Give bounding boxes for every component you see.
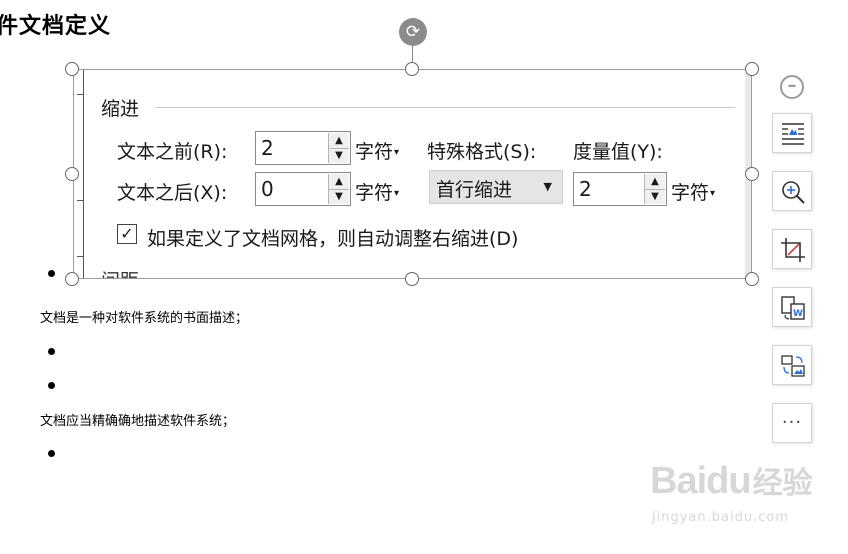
resize-handle-bottom-left[interactable] — [65, 272, 79, 286]
spin-up-icon: ▲ — [329, 133, 349, 149]
picture-cut-top-text: ▪ ▪ ▪ ▪ ▪ ▪ ▪ ▪ ▪ ▪ ▪ ▪ ▪ — [117, 70, 394, 75]
paragraph: 文档应当精确确地描述软件系统； — [40, 414, 236, 429]
spin-down-icon: ▼ — [335, 191, 343, 202]
text-after-stepper: 0 ▲ ▼ — [255, 172, 351, 206]
spacing-group-title-cut: 间距 — [101, 266, 139, 278]
resize-handle-left[interactable] — [65, 167, 79, 181]
chevron-down-icon: ▼ — [543, 180, 552, 193]
wrap-text-icon — [782, 123, 804, 145]
text-after-label: 文本之后(X): — [117, 182, 228, 204]
document-heading: 件文档定义 — [0, 13, 112, 39]
resize-handle-top-right[interactable] — [745, 62, 759, 76]
group-divider — [155, 107, 735, 108]
special-format-select: 首行缩进 ▼ — [429, 170, 563, 204]
measure-label: 度量值(Y): — [573, 141, 663, 163]
spin-down-icon: ▼ — [651, 191, 659, 202]
picture-content: ▪ ▪ ▪ ▪ ▪ ▪ ▪ ▪ ▪ ▪ ▪ ▪ ▪ 缩进 文本之前(R): 2 … — [77, 70, 751, 278]
special-format-label: 特殊格式(S): — [427, 141, 537, 163]
zoom-in-button[interactable] — [772, 171, 812, 211]
convert-doc-icon: W — [781, 296, 805, 320]
resize-handle-top-left[interactable] — [65, 62, 79, 76]
resize-handle-bottom[interactable] — [405, 272, 419, 286]
special-format-value: 首行缩进 — [436, 179, 513, 201]
text-after-value: 0 — [261, 177, 274, 201]
convert-doc-button[interactable]: W — [772, 287, 812, 327]
indent-group-title: 缩进 — [101, 98, 140, 120]
embedded-picture[interactable]: ▪ ▪ ▪ ▪ ▪ ▪ ▪ ▪ ▪ ▪ ▪ ▪ ▪ 缩进 文本之前(R): 2 … — [73, 69, 752, 279]
list-bullet — [48, 270, 55, 277]
more-button[interactable]: ··· — [772, 403, 812, 443]
resize-handle-right[interactable] — [745, 167, 759, 181]
spin-up-icon: ▲ — [645, 174, 665, 190]
list-bullet — [48, 348, 55, 355]
wrap-text-button[interactable] — [772, 113, 812, 153]
svg-text:W: W — [793, 309, 803, 319]
resize-handle-bottom-right[interactable] — [745, 272, 759, 286]
measure-unit: 字符▾ — [671, 182, 716, 204]
zoom-in-icon — [782, 181, 805, 204]
list-bullet — [48, 382, 55, 389]
more-icon: ··· — [781, 412, 803, 433]
paw-logo: du — [706, 460, 751, 502]
text-before-unit: 字符▾ — [355, 141, 400, 163]
rotate-icon[interactable]: ⟳ — [399, 18, 427, 46]
measure-stepper: 2 ▲ ▼ — [573, 172, 667, 206]
minus-circle-icon[interactable]: – — [780, 75, 804, 99]
paragraph: 文档是一种对软件系统的书面描述； — [40, 311, 249, 326]
text-after-unit: 字符▾ — [355, 182, 400, 204]
spin-down-icon: ▼ — [335, 150, 343, 161]
replace-image-button[interactable] — [772, 345, 812, 385]
auto-indent-checkbox-icon: ✓ — [117, 224, 137, 244]
list-bullet — [48, 450, 55, 457]
crop-icon — [781, 238, 805, 262]
text-before-label: 文本之前(R): — [117, 141, 228, 163]
baidu-jingyan-watermark: Baidu经验 jingyan.baidu.com — [650, 460, 813, 525]
resize-handle-top[interactable] — [405, 62, 419, 76]
spin-up-icon: ▲ — [329, 174, 349, 190]
measure-value: 2 — [579, 177, 592, 201]
text-before-value: 2 — [261, 136, 274, 160]
auto-indent-checkbox-label: 如果定义了文档网格，则自动调整右缩进(D) — [147, 228, 519, 250]
crop-button[interactable] — [772, 229, 812, 269]
replace-image-icon — [781, 355, 805, 377]
text-before-stepper: 2 ▲ ▼ — [255, 131, 351, 165]
